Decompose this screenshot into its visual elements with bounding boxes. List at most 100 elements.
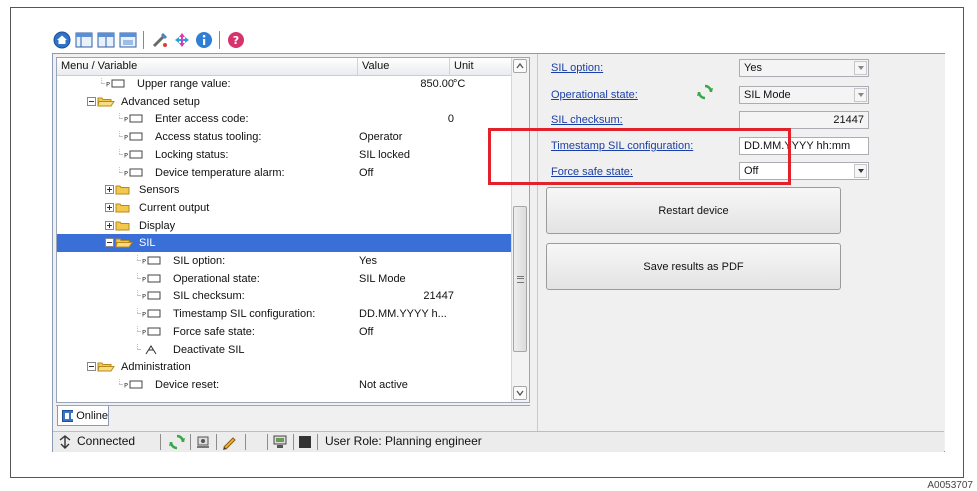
tree-row[interactable]: P Locking status: SIL locked	[57, 146, 513, 164]
sil-option-value: Yes	[744, 62, 762, 74]
tree-row[interactable]: P Device temperature alarm: Off	[57, 164, 513, 182]
column-header-value[interactable]: Value	[358, 58, 450, 75]
save-pdf-button[interactable]: Save results as PDF	[546, 243, 841, 290]
device-tree-icon[interactable]	[272, 434, 288, 450]
svg-text:P: P	[124, 381, 128, 389]
figure-id: A0053707	[927, 480, 973, 491]
window-icon[interactable]	[96, 31, 115, 50]
sil-option-label[interactable]: SIL option:	[551, 62, 603, 74]
tree-row[interactable]: P Force safe state: Off	[57, 323, 513, 341]
tree-row[interactable]: P SIL checksum: 21447	[57, 287, 513, 305]
sil-checksum-label[interactable]: SIL checksum:	[551, 114, 623, 126]
tree-row-label: Locking status:	[155, 148, 229, 161]
tree-row-label: SIL option:	[173, 255, 226, 267]
parameter-icon: P	[101, 78, 125, 89]
tree-row-label: Sensors	[139, 184, 180, 197]
arrows-icon[interactable]	[172, 31, 191, 50]
status-separator	[190, 434, 191, 450]
chevron-down-icon	[854, 61, 867, 75]
device-user-icon[interactable]	[195, 434, 211, 450]
parameter-icon: P	[119, 131, 143, 142]
tree-row-value: 21447	[423, 290, 454, 303]
menu-tree: Menu / Variable Value Unit P Upper range …	[56, 57, 530, 403]
svg-text:P: P	[142, 258, 146, 266]
column-header-unit[interactable]: Unit	[450, 58, 513, 75]
folder-open-icon	[87, 362, 115, 372]
svg-text:P: P	[142, 275, 146, 283]
folder-icon	[105, 220, 130, 231]
tree-row[interactable]: Administration	[57, 358, 513, 376]
refresh-icon[interactable]	[169, 434, 185, 450]
status-separator	[216, 434, 217, 450]
scroll-down-button[interactable]	[513, 386, 527, 400]
chevron-down-icon	[854, 164, 867, 178]
status-separator	[317, 434, 318, 450]
panel-icon[interactable]	[118, 31, 137, 50]
tree-row-value: 850.00	[420, 78, 454, 90]
connection-icon	[59, 435, 71, 449]
tree-row-label: Current output	[139, 201, 210, 214]
tree-row-value: Yes	[359, 255, 377, 267]
operational-state-label[interactable]: Operational state:	[551, 89, 638, 101]
tree-row[interactable]: Current output	[57, 199, 513, 217]
pencil-icon[interactable]	[221, 434, 237, 450]
tree-row-value: SIL locked	[359, 148, 410, 161]
tools-icon[interactable]	[150, 31, 169, 50]
tab-strip: Online	[56, 405, 530, 428]
toolbar-separator	[219, 31, 220, 49]
tree-row[interactable]: Sensors	[57, 181, 513, 199]
folder-icon	[105, 202, 130, 213]
tree-row-label: Advanced setup	[121, 95, 200, 108]
status-separator	[245, 434, 246, 450]
restart-highlight-box	[488, 128, 791, 185]
tree-row-label: Display	[139, 219, 176, 232]
home-icon[interactable]	[52, 31, 71, 50]
tree-row-label: Access status tooling:	[155, 131, 262, 144]
tree-row[interactable]: Deactivate SIL	[57, 341, 513, 359]
parameter-panel: SIL option: Yes Operational state: SIL M…	[537, 54, 945, 451]
online-icon	[62, 409, 74, 422]
status-separator	[267, 434, 268, 450]
chevron-down-icon	[854, 88, 867, 102]
refresh-icon[interactable]	[697, 84, 713, 100]
tree-row-label: Upper range value:	[137, 78, 231, 90]
tree-row[interactable]: P Upper range value: 850.00 °C	[57, 75, 513, 93]
tree-row[interactable]: P Operational state: SIL Mode	[57, 270, 513, 288]
tree-row-value: Off	[359, 325, 374, 338]
tree-scrollbar[interactable]	[511, 58, 529, 402]
tab-online[interactable]: Online	[57, 406, 109, 426]
restart-device-button[interactable]: Restart device	[546, 187, 841, 234]
parameter-icon: P	[137, 290, 161, 301]
scroll-up-button[interactable]	[513, 59, 527, 73]
tree-header: Menu / Variable Value Unit	[57, 58, 513, 76]
sil-option-select[interactable]: Yes	[739, 59, 869, 77]
tree-row[interactable]: P Timestamp SIL configuration: DD.MM.YYYY …	[57, 305, 513, 323]
tree-row-label: Administration	[121, 361, 191, 374]
status-bar: Connected User Role: Planning engineer	[53, 431, 944, 452]
tree-row[interactable]: P Enter access code: 0	[57, 110, 513, 128]
tree-row[interactable]: P Device reset: Not active	[57, 376, 513, 394]
info-icon[interactable]	[194, 31, 213, 50]
toolbar-separator	[143, 31, 144, 49]
stop-icon[interactable]	[298, 435, 312, 449]
sil-checksum-field[interactable]: 21447	[739, 111, 869, 129]
svg-text:P: P	[106, 81, 110, 89]
tree-row[interactable]: Display	[57, 217, 513, 235]
tree-row[interactable]: Advanced setup	[57, 93, 513, 111]
help-icon[interactable]: ?	[226, 31, 245, 50]
layout-icon[interactable]	[74, 31, 93, 50]
column-header-name[interactable]: Menu / Variable	[57, 58, 358, 75]
tree-row[interactable]: SIL	[57, 234, 513, 253]
svg-text:P: P	[124, 151, 128, 159]
connection-status: Connected	[77, 434, 136, 448]
operational-state-select[interactable]: SIL Mode	[739, 86, 869, 104]
application-window: Menu / Variable Value Unit P Upper range …	[52, 53, 945, 452]
tree-row[interactable]: P Access status tooling: Operator	[57, 128, 513, 146]
svg-text:P: P	[142, 311, 146, 319]
tree-row[interactable]: P SIL option: Yes	[57, 252, 513, 270]
tree-row-label: Force safe state:	[173, 325, 255, 338]
tree-row-label: SIL	[139, 237, 156, 250]
scroll-thumb[interactable]	[513, 206, 527, 352]
tree-row-label: Device reset:	[155, 378, 220, 391]
main-toolbar: ?	[52, 29, 245, 51]
